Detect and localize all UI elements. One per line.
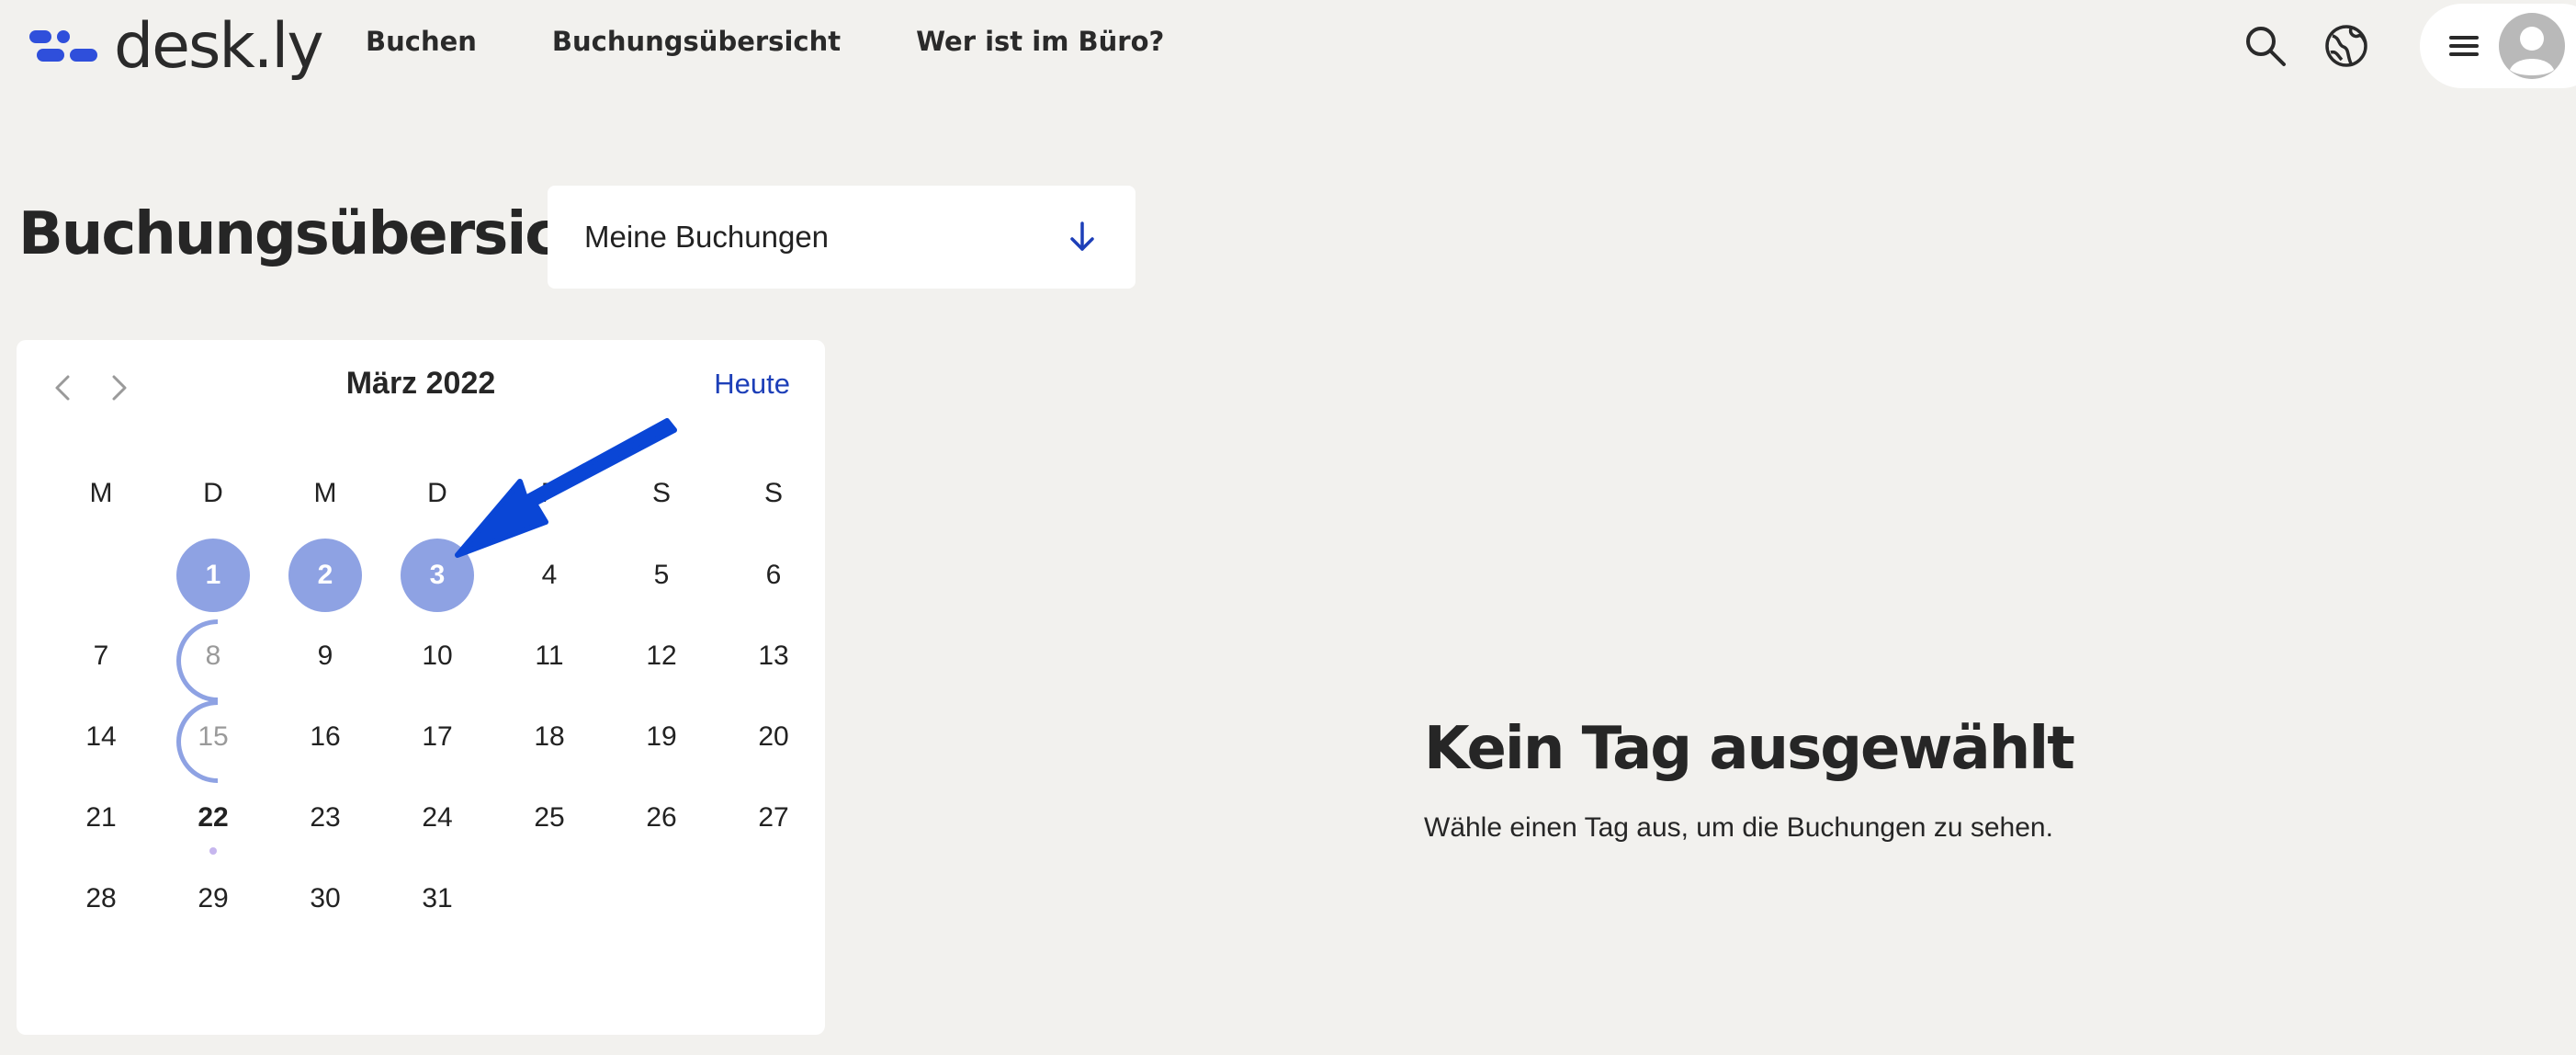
calendar-day-number: 12 — [646, 641, 677, 671]
calendar-day[interactable]: 26 — [625, 781, 698, 855]
booking-filter-select[interactable]: Meine Buchungen — [548, 186, 1135, 289]
calendar-day[interactable]: 30 — [288, 862, 362, 936]
calendar-day[interactable]: 21 — [64, 781, 138, 855]
today-button[interactable]: Heute — [714, 368, 790, 401]
calendar-day[interactable]: 24 — [401, 781, 474, 855]
booking-calendar: März 2022 Heute M D M D F S S 1234567891… — [17, 340, 825, 1035]
calendar-day-number: 25 — [534, 802, 565, 833]
calendar-day-number: 8 — [205, 641, 221, 671]
calendar-day[interactable]: 18 — [513, 700, 586, 774]
calendar-day-number: 5 — [653, 560, 670, 590]
calendar-day[interactable]: 2 — [288, 539, 362, 612]
calendar-day-number: 17 — [422, 721, 453, 752]
nav-item-buchen[interactable]: Buchen — [366, 26, 477, 57]
calendar-day[interactable]: 1 — [176, 539, 250, 612]
calendar-day-number: 26 — [646, 802, 677, 833]
calendar-day[interactable]: 23 — [288, 781, 362, 855]
calendar-day[interactable]: 9 — [288, 619, 362, 693]
calendar-day-number: 24 — [422, 802, 453, 833]
calendar-day[interactable]: 16 — [288, 700, 362, 774]
weekday-label: F — [540, 478, 559, 508]
weekday-label: M — [313, 478, 337, 508]
weekday-label: S — [651, 478, 671, 508]
search-button[interactable] — [2240, 20, 2291, 72]
calendar-day[interactable]: 19 — [625, 700, 698, 774]
calendar-day-number: 13 — [758, 641, 789, 671]
calendar-day-number: 3 — [429, 560, 446, 590]
calendar-day[interactable]: 10 — [401, 619, 474, 693]
calendar-month-label: März 2022 — [345, 366, 496, 401]
calendar-day-number: 31 — [422, 883, 453, 913]
nav-item-buchungsuebersicht[interactable]: Buchungsübersicht — [552, 26, 841, 57]
booking-filter-value: Meine Buchungen — [584, 220, 830, 254]
calendar-day[interactable]: 6 — [737, 539, 810, 612]
calendar-day[interactable]: 7 — [64, 619, 138, 693]
calendar-day-number: 19 — [646, 721, 677, 752]
calendar-day-number: 14 — [85, 721, 117, 752]
calendar-day-number: 9 — [317, 641, 333, 671]
calendar-day-number: 16 — [310, 721, 341, 752]
user-avatar-icon — [2499, 13, 2565, 79]
calendar-day-number: 21 — [85, 802, 117, 833]
calendar-day-number: 18 — [534, 721, 565, 752]
calendar-day-number: 20 — [758, 721, 789, 752]
calendar-day-number: 4 — [541, 560, 558, 590]
language-button[interactable] — [2321, 20, 2372, 72]
calendar-day-number: 23 — [310, 802, 341, 833]
calendar-day[interactable]: 31 — [401, 862, 474, 936]
calendar-day[interactable]: 17 — [401, 700, 474, 774]
nav-item-wer-ist-im-buero[interactable]: Wer ist im Büro? — [916, 26, 1164, 57]
calendar-day-number: 29 — [198, 883, 229, 913]
globe-icon — [2325, 25, 2367, 67]
today-indicator-dot — [209, 847, 217, 855]
calendar-day-number: 1 — [205, 560, 221, 590]
logo-text: desk.ly — [114, 10, 324, 83]
calendar-day[interactable]: 4 — [513, 539, 586, 612]
calendar-header: März 2022 Heute — [17, 340, 825, 432]
calendar-day[interactable]: 11 — [513, 619, 586, 693]
calendar-day-number: 28 — [85, 883, 117, 913]
calendar-day[interactable]: 28 — [64, 862, 138, 936]
desk-ly-logo[interactable]: desk.ly — [29, 6, 324, 88]
menu-icon — [2449, 36, 2479, 56]
weekday-label: D — [427, 478, 447, 508]
empty-state-subtitle: Wähle einen Tag aus, um die Buchungen zu… — [1424, 812, 2053, 843]
page-title: Buchungsübersicht — [18, 200, 626, 268]
calendar-day[interactable]: 29 — [176, 862, 250, 936]
calendar-day[interactable]: 22 — [176, 781, 250, 855]
calendar-day-number: 7 — [93, 641, 109, 671]
top-navigation-bar: desk.ly Buchen Buchungsübersicht Wer ist… — [0, 0, 2576, 92]
calendar-day-number: 30 — [310, 883, 341, 913]
calendar-day[interactable]: 12 — [625, 619, 698, 693]
calendar-day[interactable]: 15 — [176, 700, 250, 774]
calendar-day-number: 10 — [422, 641, 453, 671]
search-icon — [2246, 27, 2286, 66]
calendar-day-number: 6 — [765, 560, 782, 590]
calendar-day[interactable]: 8 — [176, 619, 250, 693]
calendar-day-number: 22 — [198, 802, 229, 833]
weekday-label: D — [203, 478, 223, 508]
calendar-day[interactable]: 5 — [625, 539, 698, 612]
arrow-down-icon — [1070, 221, 1094, 251]
calendar-day[interactable]: 3 — [401, 539, 474, 612]
calendar-day-number: 2 — [317, 560, 333, 590]
calendar-day[interactable]: 20 — [737, 700, 810, 774]
logo-mark-icon — [29, 30, 97, 62]
calendar-day[interactable]: 27 — [737, 781, 810, 855]
user-menu-button[interactable] — [2420, 4, 2576, 88]
weekday-label: M — [89, 478, 113, 508]
calendar-day-number: 11 — [535, 641, 564, 671]
calendar-day[interactable]: 14 — [64, 700, 138, 774]
calendar-day-number: 27 — [758, 802, 789, 833]
weekday-label: S — [763, 478, 783, 508]
calendar-day[interactable]: 25 — [513, 781, 586, 855]
calendar-day-number: 15 — [198, 721, 229, 752]
main-nav: Buchen Buchungsübersicht Wer ist im Büro… — [366, 26, 1164, 57]
empty-state-title: Kein Tag ausgewählt — [1424, 715, 2075, 783]
calendar-day[interactable]: 13 — [737, 619, 810, 693]
